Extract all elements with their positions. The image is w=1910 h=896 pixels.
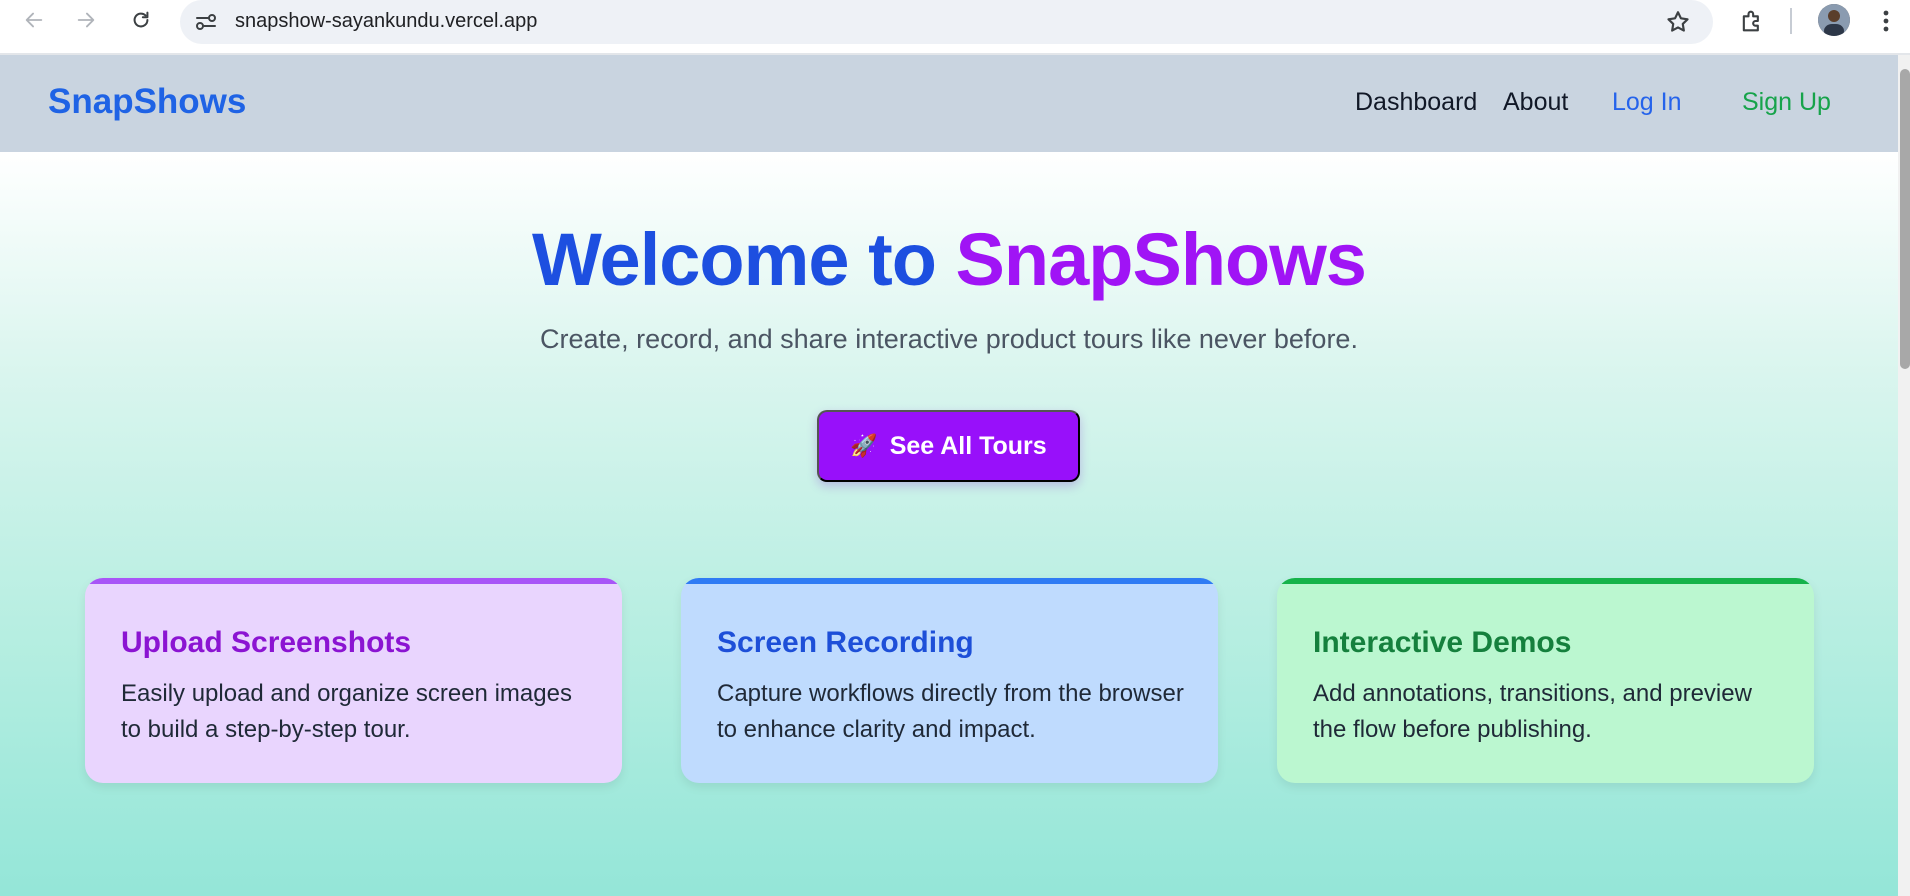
hero-title: Welcome to SnapShows (0, 217, 1898, 302)
card-accent-bar (681, 578, 1218, 584)
login-link[interactable]: Log In (1612, 88, 1682, 117)
feature-card-upload: Upload Screenshots Easily upload and org… (85, 578, 622, 783)
see-all-tours-label: See All Tours (889, 431, 1047, 460)
toolbar-divider (1790, 8, 1792, 34)
card-accent-bar (85, 578, 622, 584)
hero-title-brand: SnapShows (955, 218, 1367, 301)
see-all-tours-button[interactable]: 🚀 See All Tours (817, 410, 1080, 482)
feature-title: Screen Recording (717, 626, 974, 659)
nav-about-link[interactable]: About (1503, 88, 1568, 117)
reload-icon[interactable] (121, 0, 161, 40)
address-bar[interactable]: snapshow-sayankundu.vercel.app (180, 0, 1713, 44)
nav-dashboard-link[interactable]: Dashboard (1355, 88, 1477, 117)
extensions-icon[interactable] (1738, 7, 1766, 35)
site-header: SnapShows Dashboard About Log In Sign Up (0, 55, 1898, 152)
page-scrollbar[interactable] (1898, 55, 1910, 896)
scrollbar-thumb[interactable] (1900, 69, 1910, 369)
star-icon[interactable] (1665, 9, 1691, 35)
hero-title-welcome: Welcome to (532, 218, 956, 301)
url-text[interactable]: snapshow-sayankundu.vercel.app (235, 10, 537, 33)
browser-toolbar: snapshow-sayankundu.vercel.app (0, 0, 1910, 55)
hero-subtitle: Create, record, and share interactive pr… (540, 324, 1358, 354)
avatar[interactable] (1818, 4, 1850, 36)
signup-link[interactable]: Sign Up (1742, 88, 1831, 117)
feature-title: Interactive Demos (1313, 626, 1572, 659)
hero-section: Welcome to SnapShows Create, record, and… (0, 152, 1898, 896)
feature-description: Add annotations, transitions, and previe… (1313, 680, 1752, 743)
rocket-icon: 🚀 (850, 433, 878, 458)
forward-icon[interactable] (66, 0, 106, 40)
feature-title: Upload Screenshots (121, 626, 412, 659)
back-icon[interactable] (14, 0, 54, 40)
menu-icon[interactable] (1876, 6, 1896, 36)
feature-description: Capture workflows directly from the brow… (717, 680, 1184, 743)
brand-logo[interactable]: SnapShows (48, 82, 246, 122)
feature-card-recording: Screen Recording Capture workflows direc… (681, 578, 1218, 783)
feature-card-demos: Interactive Demos Add annotations, trans… (1277, 578, 1814, 783)
feature-description: Easily upload and organize screen images… (121, 680, 572, 743)
site-info-icon[interactable] (194, 10, 218, 34)
card-accent-bar (1277, 578, 1814, 584)
